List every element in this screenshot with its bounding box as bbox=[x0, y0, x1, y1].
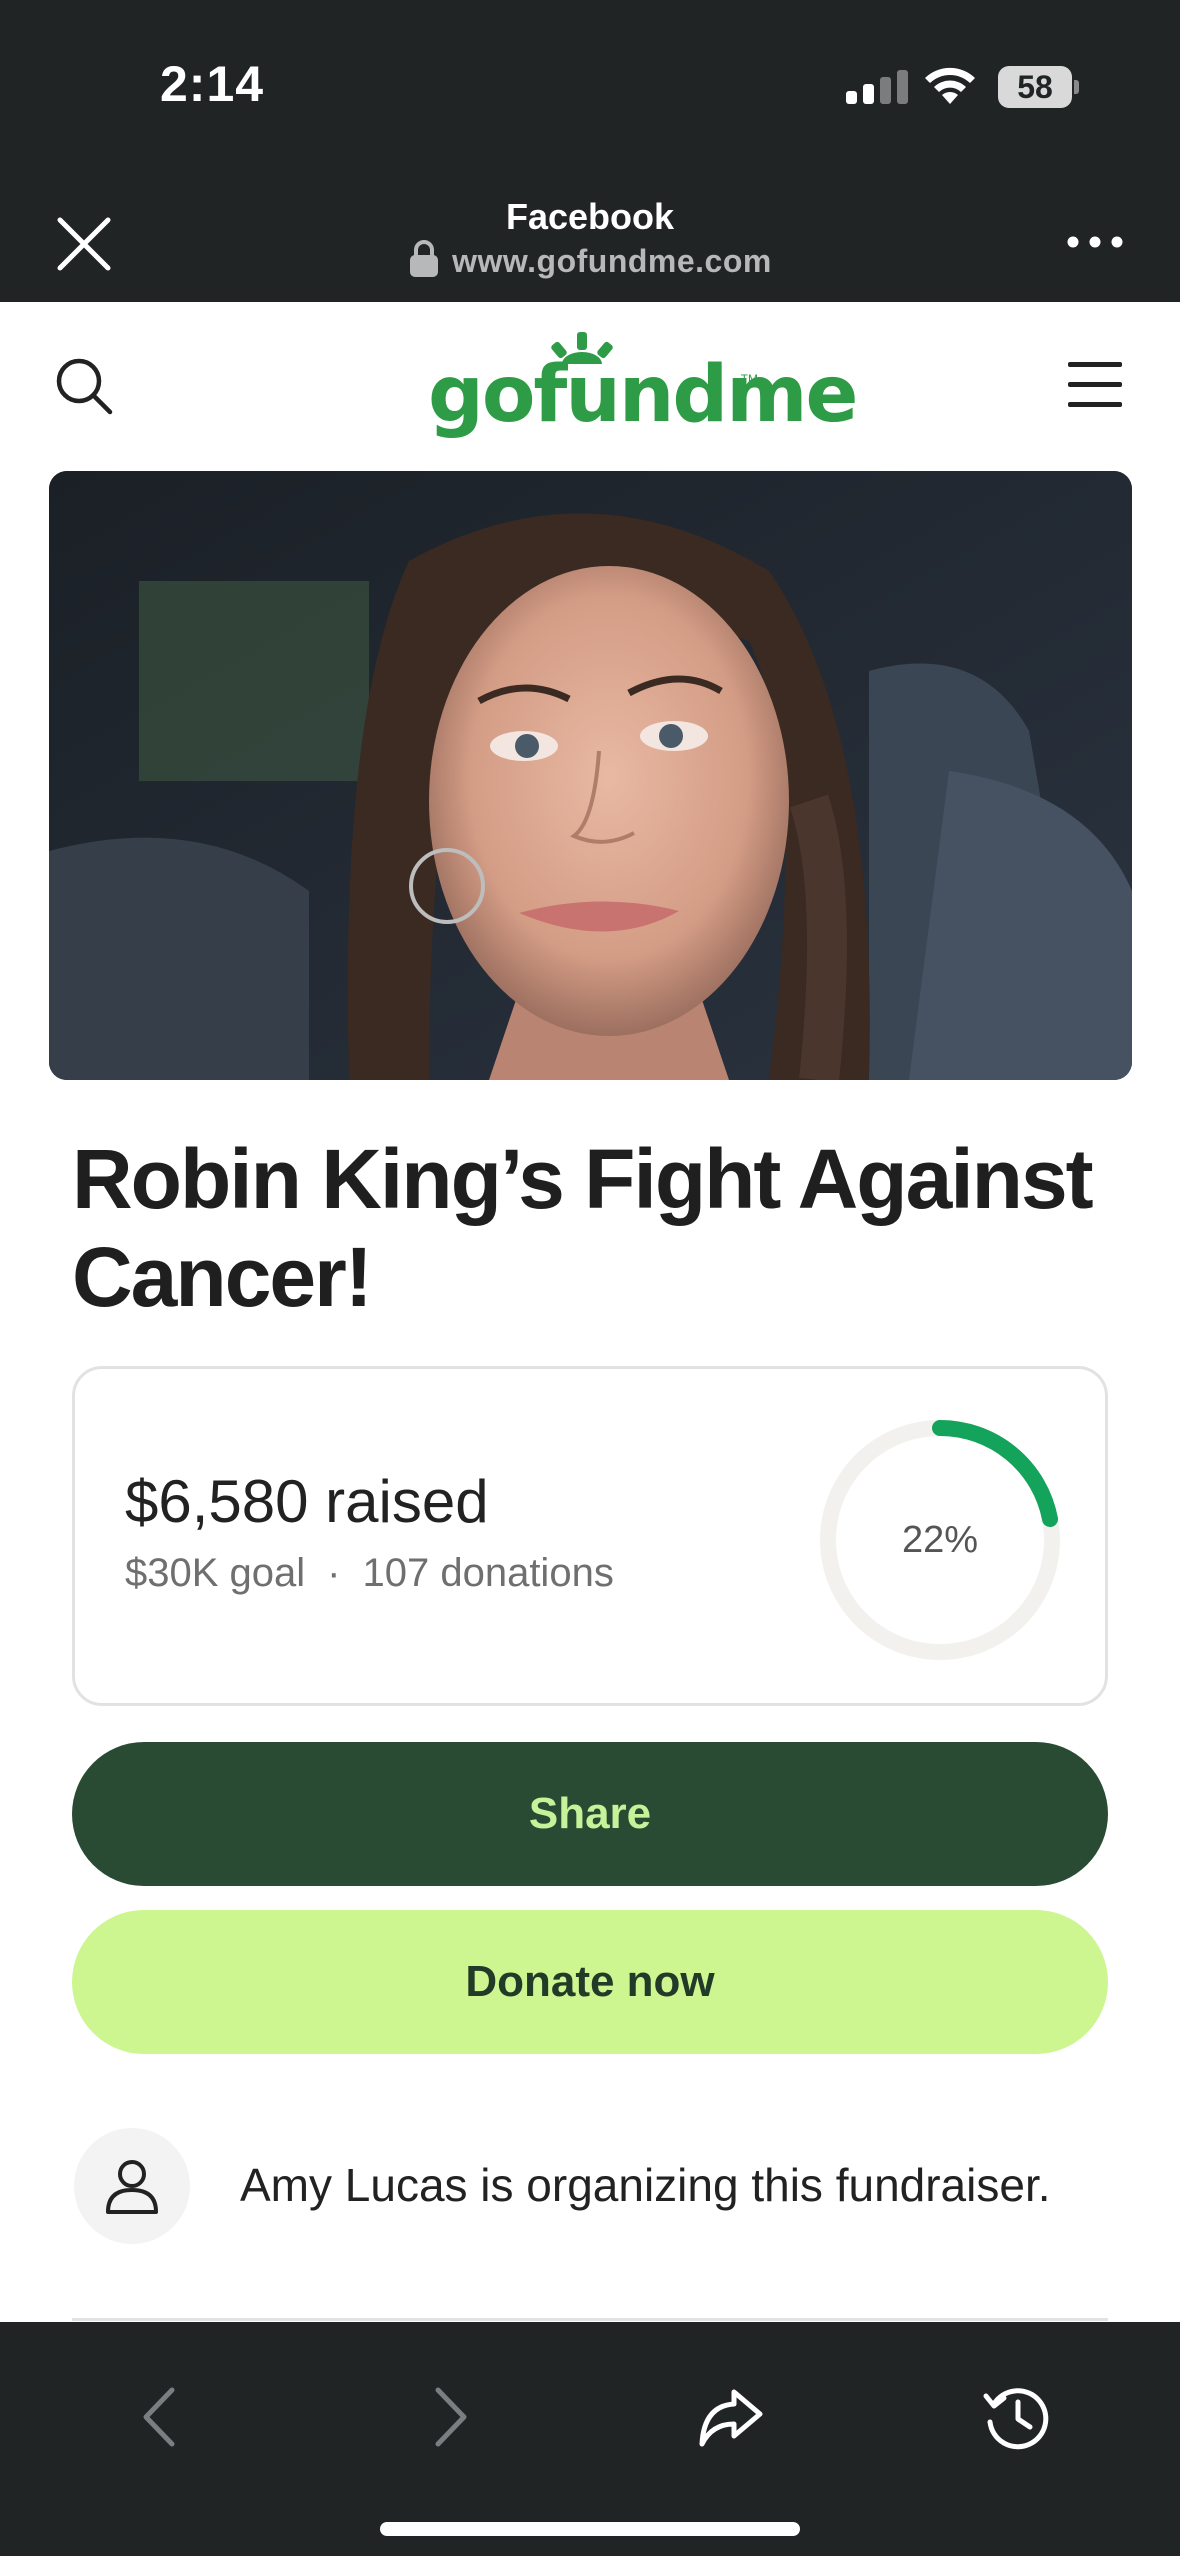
history-icon[interactable] bbox=[982, 2382, 1052, 2452]
separator-dot: · bbox=[327, 1551, 341, 1595]
donation-progress-card: $6,580 raised $30K goal · 107 donations 22… bbox=[72, 1366, 1108, 1706]
forward-icon[interactable] bbox=[414, 2382, 484, 2452]
amount-raised: $6,580 raised bbox=[125, 1468, 489, 1535]
campaign-photo-image bbox=[49, 471, 1132, 1080]
search-icon[interactable] bbox=[54, 356, 114, 416]
battery-level: 58 bbox=[998, 66, 1072, 108]
status-time: 2:14 bbox=[160, 56, 265, 112]
url-bar[interactable]: www.gofundme.com bbox=[0, 240, 1180, 280]
home-indicator bbox=[380, 2522, 800, 2536]
person-icon bbox=[106, 2160, 158, 2214]
share-button[interactable]: Share bbox=[72, 1742, 1108, 1886]
campaign-title: Robin King’s Fight Against Cancer! bbox=[72, 1132, 1094, 1324]
lock-icon bbox=[410, 240, 439, 277]
organizer-text: Amy Lucas is organizing this fundraiser. bbox=[240, 2159, 1051, 2211]
url-text: www.gofundme.com bbox=[452, 243, 772, 279]
wifi-icon bbox=[925, 67, 975, 104]
progress-percent: 22% bbox=[901, 1519, 979, 1561]
hamburger-menu-icon[interactable] bbox=[1068, 362, 1122, 408]
logo-trademark: TM bbox=[740, 372, 758, 386]
donation-count: 107 donations bbox=[362, 1551, 614, 1595]
cellular-signal-icon bbox=[846, 70, 908, 104]
donate-now-button[interactable]: Donate now bbox=[72, 1910, 1108, 2054]
browser-top-bar: 2:14 58 Facebook www.gofundme.com bbox=[0, 0, 1180, 302]
gofundme-logo[interactable]: gofundme TM bbox=[428, 330, 858, 442]
logo-text: gofundme bbox=[428, 350, 858, 440]
campaign-photo[interactable] bbox=[49, 471, 1132, 1080]
organizer-avatar bbox=[74, 2128, 190, 2244]
goal-amount: $30K goal bbox=[125, 1551, 306, 1595]
share-icon[interactable] bbox=[696, 2382, 766, 2452]
browser-bottom-toolbar bbox=[0, 2322, 1180, 2556]
organizer-row: Amy Lucas is organizing this fundraiser. bbox=[74, 2128, 1134, 2244]
browser-source-title: Facebook bbox=[505, 196, 675, 237]
goal-and-donations: $30K goal · 107 donations bbox=[125, 1551, 614, 1596]
more-icon[interactable] bbox=[1066, 228, 1124, 256]
back-icon[interactable] bbox=[126, 2382, 196, 2452]
section-divider bbox=[72, 2318, 1108, 2321]
battery-icon: 58 bbox=[998, 66, 1079, 108]
